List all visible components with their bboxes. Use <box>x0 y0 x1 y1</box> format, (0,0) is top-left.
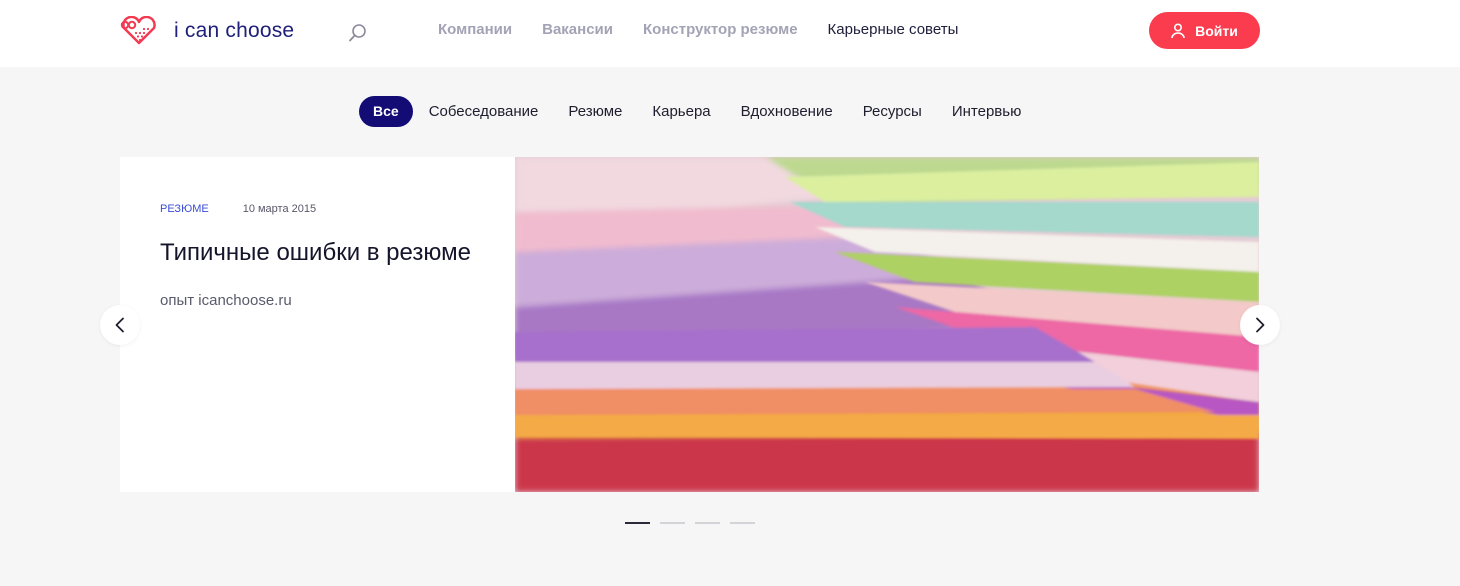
chevron-left-icon <box>115 317 124 333</box>
nav-item-resume-builder[interactable]: Конструктор резюме <box>643 21 798 38</box>
article-meta: РЕЗЮМЕ 10 марта 2015 <box>160 203 480 215</box>
header: i can choose Компании Вакансии Конструкт… <box>0 0 1460 67</box>
slider-next-button[interactable] <box>1240 305 1280 345</box>
nav-item-companies[interactable]: Компании <box>438 21 512 38</box>
tab-all[interactable]: Все <box>359 96 413 127</box>
article-source: опыт icanchoose.ru <box>160 292 292 309</box>
category-tabs: Все Собеседование Резюме Карьера Вдохнов… <box>359 96 1051 127</box>
login-button[interactable]: Войти <box>1149 12 1260 49</box>
login-label: Войти <box>1195 22 1238 39</box>
article-category-link[interactable]: РЕЗЮМЕ <box>160 203 209 215</box>
article-title[interactable]: Типичные ошибки в резюме <box>160 237 480 269</box>
tab-career[interactable]: Карьера <box>652 96 710 127</box>
logo-text: i can choose <box>174 19 295 42</box>
article-date: 10 марта 2015 <box>242 203 317 215</box>
nav-item-career-advice[interactable]: Карьерные советы <box>828 21 959 38</box>
tab-inspiration[interactable]: Вдохновение <box>741 96 833 127</box>
tab-resources[interactable]: Ресурсы <box>863 96 922 127</box>
featured-article-card[interactable]: РЕЗЮМЕ 10 марта 2015 Типичные ошибки в р… <box>120 157 1259 492</box>
article-text: РЕЗЮМЕ 10 марта 2015 Типичные ошибки в р… <box>160 203 480 309</box>
heart-logo-icon <box>120 16 156 45</box>
tab-interviews[interactable]: Интервью <box>952 96 1022 127</box>
tab-resume[interactable]: Резюме <box>568 96 622 127</box>
slider-dot[interactable] <box>625 522 650 524</box>
logo[interactable]: i can choose <box>119 16 294 46</box>
tab-interview-prep[interactable]: Собеседование <box>429 96 539 127</box>
article-image[interactable] <box>515 157 1259 492</box>
chevron-right-icon <box>1256 317 1265 333</box>
main-nav: Компании Вакансии Конструктор резюме Кар… <box>438 21 988 38</box>
nav-item-vacancies[interactable]: Вакансии <box>542 21 613 38</box>
search-button[interactable] <box>347 22 369 44</box>
slider-prev-button[interactable] <box>100 305 140 345</box>
slider-dot[interactable] <box>660 522 685 524</box>
user-icon <box>1171 22 1185 38</box>
slider-dot[interactable] <box>730 522 755 524</box>
slider-dot[interactable] <box>695 522 720 524</box>
slider-pagination <box>625 522 765 524</box>
colored-paper-fan-image <box>515 157 1259 492</box>
search-icon <box>349 24 366 42</box>
